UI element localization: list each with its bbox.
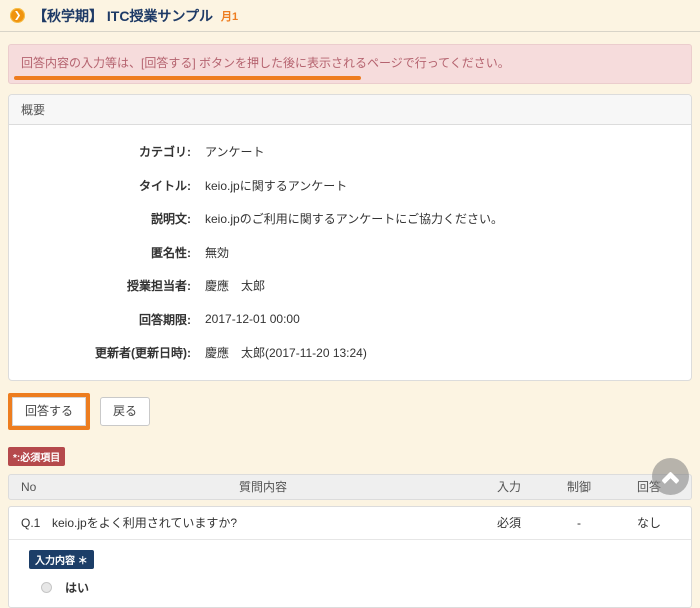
- field-value: アンケート: [205, 143, 265, 160]
- column-header-content: 質問内容: [52, 478, 474, 495]
- question-number: Q.1: [9, 516, 52, 530]
- column-header-no: No: [9, 480, 52, 494]
- field-value: 慶應 太郎(2017-11-20 13:24): [205, 344, 367, 361]
- answer-button[interactable]: 回答する: [12, 397, 86, 425]
- question-panel: Q.1 keio.jpをよく利用されていますか? 必須 - なし 入力内容 ＊ …: [8, 506, 692, 608]
- chevron-up-icon: [661, 471, 679, 489]
- question-input-flag: 必須: [474, 514, 544, 531]
- overview-panel: 概要 カテゴリ: アンケート タイトル: keio.jpに関するアンケート 説明…: [8, 94, 692, 381]
- page-header: ❯ 【秋学期】 ITC授業サンプル 月1: [0, 0, 700, 32]
- field-label: 匿名性:: [21, 244, 191, 261]
- radio-option-label: はい: [65, 579, 89, 596]
- chevron-right-icon: ❯: [10, 8, 25, 23]
- input-content-badge: 入力内容 ＊: [29, 550, 94, 569]
- question-table-header: No 質問内容 入力 制御 回答: [8, 474, 692, 500]
- action-bar: 回答する 戻る: [8, 395, 692, 429]
- page-title: 【秋学期】 ITC授業サンプル: [33, 6, 213, 26]
- field-anonymity: 匿名性: 無効: [21, 236, 679, 270]
- column-header-control: 制御: [544, 478, 614, 495]
- required-note-badge: *:必須項目: [8, 447, 65, 466]
- field-label: 更新者(更新日時):: [21, 344, 191, 361]
- field-description: 説明文: keio.jpのご利用に関するアンケートにご協力ください。: [21, 202, 679, 236]
- scroll-to-top-button[interactable]: [652, 458, 689, 495]
- back-button[interactable]: 戻る: [100, 397, 150, 425]
- question-row: Q.1 keio.jpをよく利用されていますか? 必須 - なし: [9, 507, 691, 540]
- question-control-flag: -: [544, 516, 614, 530]
- notice-message: 回答内容の入力等は、[回答する] ボタンを押した後に表示されるページで行ってくだ…: [21, 56, 510, 70]
- field-label: 授業担当者:: [21, 277, 191, 294]
- field-value: keio.jpのご利用に関するアンケートにご協力ください。: [205, 210, 503, 227]
- field-label: 回答期限:: [21, 311, 191, 328]
- period-badge: 月1: [221, 8, 238, 24]
- field-deadline: 回答期限: 2017-12-01 00:00: [21, 303, 679, 337]
- annotation-underline: [14, 76, 361, 80]
- field-value: 無効: [205, 244, 229, 261]
- question-answer-status: なし: [614, 514, 684, 531]
- radio-option-no[interactable]: いいえ: [29, 600, 679, 608]
- field-label: カテゴリ:: [21, 143, 191, 160]
- notice-banner: 回答内容の入力等は、[回答する] ボタンを押した後に表示されるページで行ってくだ…: [8, 44, 692, 84]
- field-label: 説明文:: [21, 210, 191, 227]
- field-category: カテゴリ: アンケート: [21, 135, 679, 169]
- field-value: keio.jpに関するアンケート: [205, 177, 347, 194]
- field-instructor: 授業担当者: 慶應 太郎: [21, 269, 679, 303]
- field-title: タイトル: keio.jpに関するアンケート: [21, 169, 679, 203]
- overview-panel-body: カテゴリ: アンケート タイトル: keio.jpに関するアンケート 説明文: …: [9, 125, 691, 380]
- field-value: 慶應 太郎: [205, 277, 265, 294]
- field-value: 2017-12-01 00:00: [205, 312, 300, 326]
- radio-option-label: いいえ: [65, 604, 101, 608]
- field-updated-by: 更新者(更新日時): 慶應 太郎(2017-11-20 13:24): [21, 336, 679, 370]
- field-label: タイトル:: [21, 177, 191, 194]
- overview-panel-title: 概要: [9, 95, 691, 125]
- annotation-highlight-box: 回答する: [8, 393, 90, 429]
- column-header-input: 入力: [474, 478, 544, 495]
- question-content: keio.jpをよく利用されていますか?: [52, 514, 474, 531]
- radio-button-icon[interactable]: [41, 607, 52, 608]
- input-section: 入力内容 ＊ はい いいえ: [9, 540, 691, 608]
- radio-option-yes[interactable]: はい: [29, 575, 679, 600]
